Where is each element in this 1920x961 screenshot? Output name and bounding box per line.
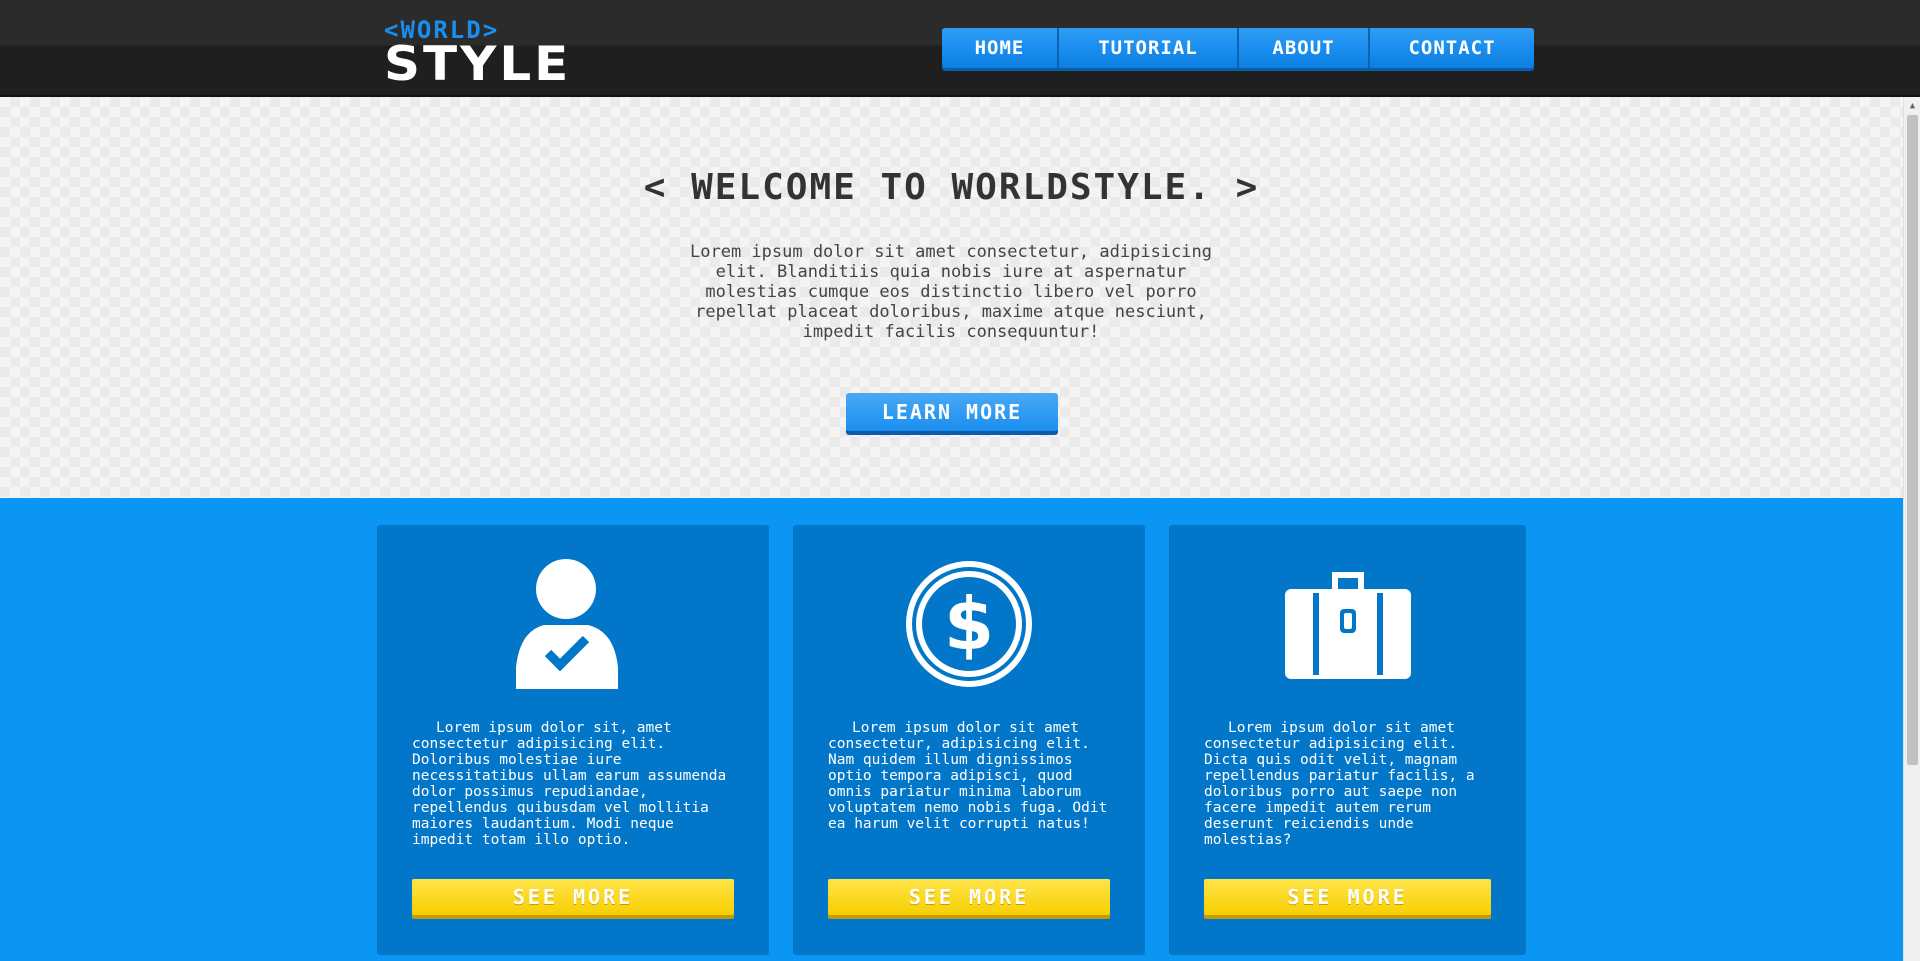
- see-more-button[interactable]: SEE MORE: [412, 879, 734, 915]
- dollar-coin-icon: $: [906, 561, 1032, 687]
- main-nav: HOME TUTORIAL ABOUT CONTACT: [942, 28, 1534, 68]
- learn-more-button[interactable]: LEARN MORE: [846, 393, 1058, 431]
- feature-card-text: Lorem ipsum dolor sit amet consectetur a…: [1204, 720, 1475, 848]
- user-check-icon: [516, 559, 618, 689]
- see-more-button[interactable]: SEE MORE: [1204, 879, 1491, 915]
- site-header: <WORLD> STYLE HOME TUTORIAL ABOUT CONTAC…: [0, 0, 1920, 97]
- hero-title: < WELCOME TO WORLDSTYLE. >: [643, 167, 1260, 208]
- logo[interactable]: <WORLD> STYLE: [384, 18, 594, 92]
- feature-card-text: Lorem ipsum dolor sit amet consectetur, …: [828, 720, 1108, 832]
- scroll-up-arrow-icon[interactable]: ▲: [1904, 97, 1920, 114]
- nav-contact[interactable]: CONTACT: [1370, 28, 1534, 68]
- feature-card-briefcase: Lorem ipsum dolor sit amet consectetur a…: [1169, 525, 1526, 955]
- svg-text:$: $: [944, 582, 994, 666]
- features-section: Lorem ipsum dolor sit, amet consectetur …: [0, 498, 1903, 961]
- page-scrollbar[interactable]: ▲: [1903, 97, 1920, 961]
- scroll-thumb[interactable]: [1907, 115, 1918, 765]
- feature-card-user: Lorem ipsum dolor sit, amet consectetur …: [377, 525, 769, 955]
- hero-section: < WELCOME TO WORLDSTYLE. > Lorem ipsum d…: [0, 97, 1903, 498]
- nav-home[interactable]: HOME: [942, 28, 1059, 68]
- hero-text: Lorem ipsum dolor sit amet consectetur, …: [690, 242, 1212, 342]
- nav-about[interactable]: ABOUT: [1239, 28, 1370, 68]
- nav-tutorial[interactable]: TUTORIAL: [1059, 28, 1239, 68]
- logo-main-text: STYLE: [384, 36, 572, 92]
- feature-card-money: $ Lorem ipsum dolor sit amet consectetur…: [793, 525, 1145, 955]
- briefcase-icon: [1284, 572, 1411, 679]
- feature-card-text: Lorem ipsum dolor sit, amet consectetur …: [412, 720, 727, 848]
- see-more-button[interactable]: SEE MORE: [828, 879, 1110, 915]
